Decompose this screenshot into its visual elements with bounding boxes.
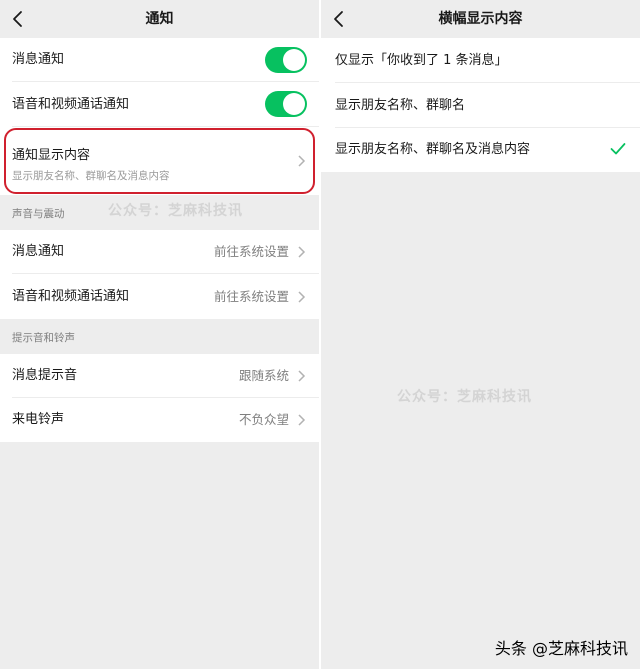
- row-value: 前往系统设置: [213, 244, 289, 259]
- notification-group: 消息通知 语音和视频通话通知 通知显示内容 显示朋友名称、群聊名及消息内容: [0, 38, 319, 195]
- watermark: 公众号：芝麻科技讯: [397, 389, 532, 405]
- chevron-right-icon: [298, 370, 306, 382]
- row-label: 来电铃声: [12, 412, 65, 427]
- option-label: 显示朋友名称、群聊名: [335, 98, 466, 113]
- row-label: 通知显示内容: [12, 148, 91, 163]
- option-label: 显示朋友名称、群聊名及消息内容: [335, 142, 531, 157]
- chevron-right-icon: [298, 414, 306, 426]
- row-label: 语音和视频通话通知: [12, 97, 130, 112]
- row-label: 语音和视频通话通知: [12, 289, 130, 304]
- row-value: 不负众望: [238, 412, 289, 427]
- page-title: 横幅显示内容: [438, 11, 523, 27]
- ringtone-row[interactable]: 来电铃声 不负众望: [0, 398, 319, 442]
- section-header-label: 声音与震动: [12, 208, 65, 220]
- navbar: 通知: [0, 0, 319, 38]
- navbar: 横幅显示内容: [321, 0, 640, 38]
- message-notification-row[interactable]: 消息通知: [0, 38, 319, 82]
- row-value: 跟随系统: [238, 368, 289, 383]
- call-notification-row[interactable]: 语音和视频通话通知: [0, 82, 319, 127]
- notification-settings-panel: 通知 消息通知 语音和视频通话通知 通知显示内容 显示朋友名称、群聊名及消息内容…: [0, 0, 319, 669]
- row-label: 消息通知: [12, 244, 65, 259]
- row-label: 消息提示音: [12, 368, 78, 383]
- option-row[interactable]: 仅显示「你收到了 1 条消息」: [321, 38, 640, 83]
- watermark: 公众号：芝麻科技讯: [108, 203, 243, 219]
- row-value: 前往系统设置: [213, 289, 289, 304]
- sound-message-notification-row[interactable]: 消息通知 前往系统设置: [0, 230, 319, 274]
- call-notification-toggle[interactable]: [265, 91, 307, 117]
- chevron-right-icon: [298, 246, 306, 258]
- toggle-knob: [283, 93, 305, 115]
- section-header: 提示音和铃声: [0, 319, 319, 354]
- banner-options-group: 仅显示「你收到了 1 条消息」 显示朋友名称、群聊名 显示朋友名称、群聊名及消息…: [321, 38, 640, 172]
- sound-group: 消息通知 前往系统设置 语音和视频通话通知 前往系统设置: [0, 230, 319, 319]
- banner-content-panel: 横幅显示内容 仅显示「你收到了 1 条消息」 显示朋友名称、群聊名 显示朋友名称…: [321, 0, 640, 669]
- page-title: 通知: [145, 11, 174, 27]
- option-row-selected[interactable]: 显示朋友名称、群聊名及消息内容: [321, 128, 640, 172]
- sound-call-notification-row[interactable]: 语音和视频通话通知 前往系统设置: [0, 274, 319, 319]
- notification-display-content-row[interactable]: 通知显示内容 显示朋友名称、群聊名及消息内容: [0, 127, 319, 195]
- row-sublabel: 显示朋友名称、群聊名及消息内容: [12, 170, 170, 182]
- option-label: 仅显示「你收到了 1 条消息」: [335, 53, 508, 68]
- toggle-knob: [283, 49, 305, 71]
- chevron-right-icon: [298, 155, 306, 167]
- row-label: 消息通知: [12, 52, 65, 67]
- chevron-right-icon: [298, 291, 306, 303]
- checkmark-icon: [610, 143, 626, 155]
- message-tone-row[interactable]: 消息提示音 跟随系统: [0, 354, 319, 398]
- section-header-label: 提示音和铃声: [12, 332, 75, 344]
- message-notification-toggle[interactable]: [265, 47, 307, 73]
- option-row[interactable]: 显示朋友名称、群聊名: [321, 83, 640, 128]
- brand-watermark: 头条 @芝麻科技讯: [494, 639, 628, 658]
- ringtone-group: 消息提示音 跟随系统 来电铃声 不负众望: [0, 354, 319, 442]
